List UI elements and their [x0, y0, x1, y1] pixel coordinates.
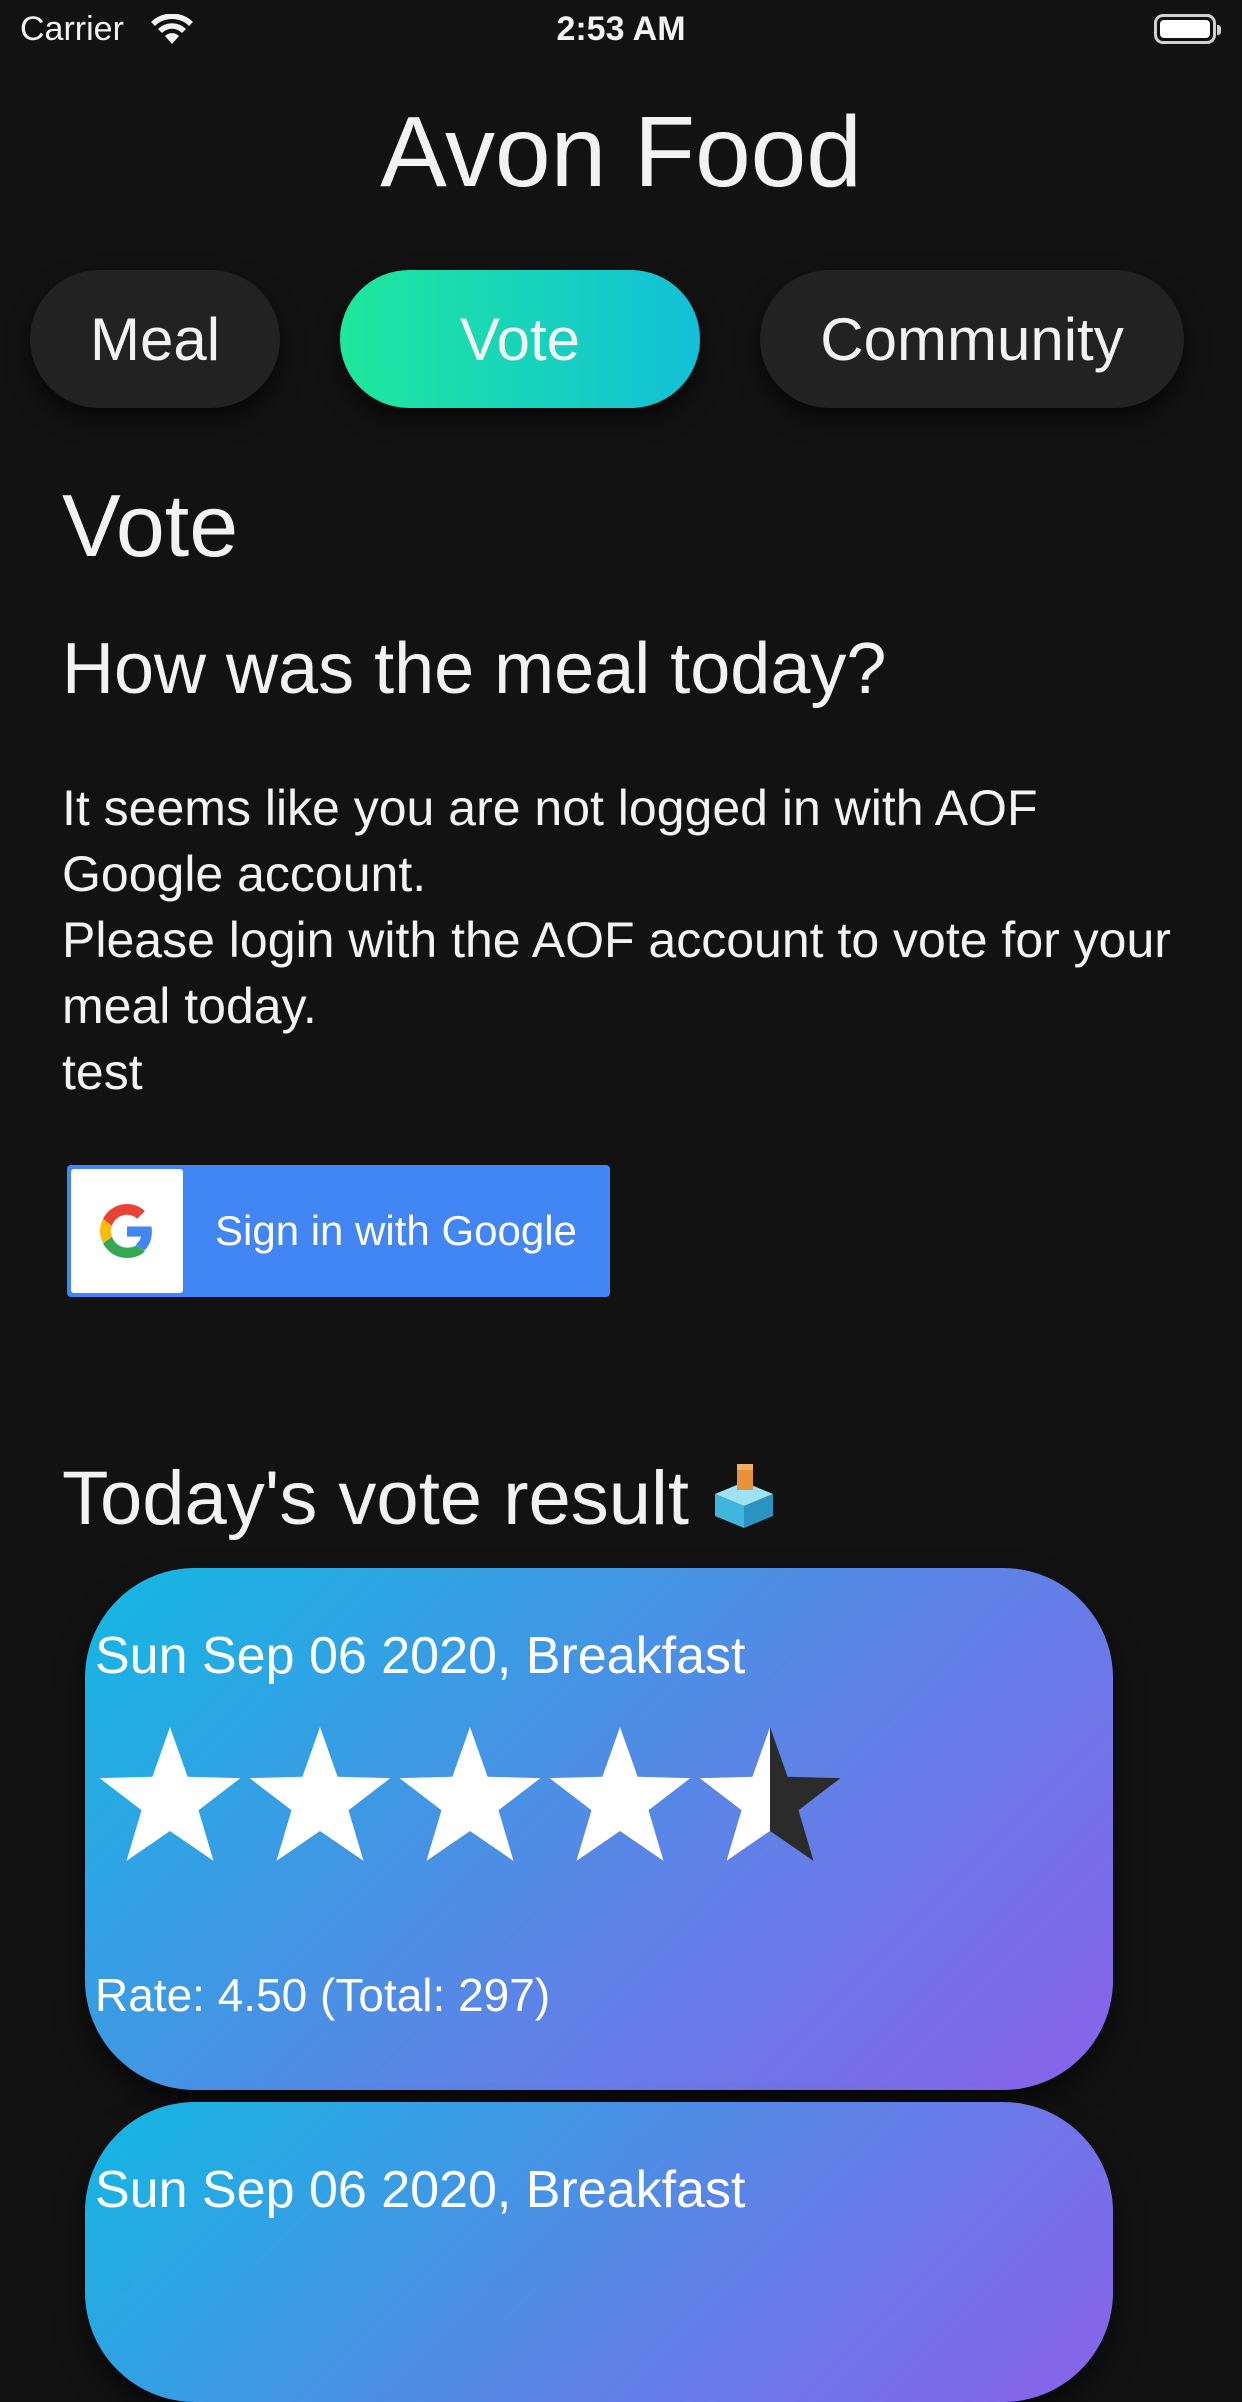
vote-result-card[interactable]: Sun Sep 06 2020, Breakfast Rate: 4.50 (T… — [85, 1568, 1113, 2090]
star-icon — [249, 1727, 391, 1861]
status-bar: Carrier 2:53 AM — [0, 0, 1242, 60]
card-date: Sun Sep 06 2020, Breakfast — [95, 1627, 746, 1685]
status-time: 2:53 AM — [556, 10, 686, 48]
battery-icon — [1154, 14, 1221, 44]
card-date: Sun Sep 06 2020, Breakfast — [95, 2161, 746, 2219]
tab-meal[interactable]: Meal — [30, 270, 280, 408]
ballot-box-icon — [709, 1460, 779, 1548]
star-icon — [99, 1727, 241, 1861]
tab-community-label: Community — [820, 305, 1124, 373]
vote-results-title-text: Today's vote result — [62, 1456, 690, 1541]
tab-vote[interactable]: Vote — [340, 270, 700, 408]
google-sign-in-button[interactable]: Sign in with Google — [67, 1165, 610, 1297]
login-message: It seems like you are not logged in with… — [62, 780, 1171, 1100]
vote-results-title: Today's vote result — [62, 1455, 779, 1548]
card-rate: Rate: 4.50 (Total: 297) — [95, 1969, 551, 2021]
google-sign-in-label: Sign in with Google — [215, 1207, 577, 1254]
star-icon — [549, 1727, 691, 1861]
star-icon — [399, 1727, 541, 1861]
tab-community[interactable]: Community — [760, 270, 1184, 408]
app-title: Avon Food — [380, 96, 862, 208]
tab-meal-label: Meal — [89, 305, 221, 373]
star-icon — [699, 1727, 841, 1861]
meal-question: How was the meal today? — [62, 629, 887, 709]
google-logo-icon — [71, 1169, 183, 1293]
tab-vote-label: Vote — [459, 305, 581, 373]
section-title: Vote — [62, 476, 239, 575]
vote-result-card[interactable]: Sun Sep 06 2020, Breakfast — [85, 2102, 1113, 2402]
